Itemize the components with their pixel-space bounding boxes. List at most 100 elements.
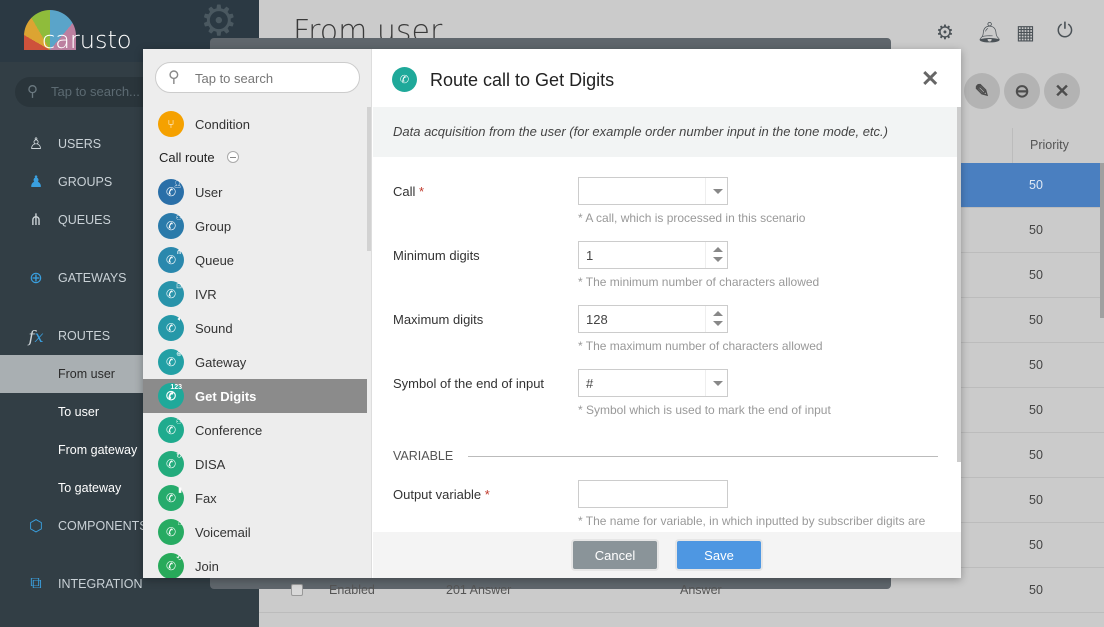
component-conference[interactable]: ✆ ⚇ Conference	[143, 413, 367, 447]
component-condition[interactable]: ⑂ Condition	[143, 107, 367, 141]
component-disa[interactable]: ✆ ↻ DISA	[143, 447, 367, 481]
list-scrollbar[interactable]	[367, 107, 371, 251]
component-fax[interactable]: ✆ ▮ Fax	[143, 481, 367, 515]
component-queue[interactable]: ✆ ⋔ Queue	[143, 243, 367, 277]
subitem-label: From gateway	[58, 443, 138, 457]
phone-icon: ✆ 👤︎	[158, 179, 184, 205]
output-variable-input[interactable]	[578, 480, 728, 508]
end-symbol-select[interactable]: #	[578, 369, 728, 397]
route-dialog: ⚲ Tap to search ⑂ Condition Call route ✆ 👤︎…	[143, 49, 961, 578]
call-route-group[interactable]: Call route	[159, 150, 239, 165]
component-label: Group	[195, 218, 232, 234]
call-label: Call *	[393, 184, 425, 199]
search-placeholder: Tap to search	[195, 71, 274, 86]
max-digits-label: Maximum digits	[393, 312, 484, 327]
component-label: User	[195, 184, 223, 200]
min-digits-label: Minimum digits	[393, 248, 480, 263]
component-ivr[interactable]: ✆ ⊡ IVR	[143, 277, 367, 311]
fx-icon: fx	[28, 326, 44, 346]
group-label: Call route	[159, 150, 215, 165]
get-digits-icon: ✆	[392, 67, 417, 92]
row-checkbox[interactable]	[291, 584, 303, 596]
priority-cell: 50	[1029, 223, 1043, 237]
phone-icon: ✆ ⟲	[158, 553, 184, 578]
end-symbol-label: Symbol of the end of input	[393, 376, 545, 391]
form-scrollbar[interactable]	[957, 107, 961, 462]
close-icon[interactable]: ✕	[921, 66, 939, 92]
component-label: Queue	[195, 252, 235, 268]
sidebar-item-label: GROUPS	[58, 175, 113, 189]
search-icon: ⚲	[27, 83, 38, 100]
bell-icon[interactable]: 🔔︎	[977, 20, 1002, 45]
min-digits-hint: * The minimum number of characters allow…	[578, 275, 820, 289]
max-digits-hint: * The maximum number of characters allow…	[578, 339, 823, 353]
condition-icon: ⑂	[158, 111, 184, 137]
edit-button[interactable]: ✎	[964, 73, 1000, 109]
search-placeholder: Tap to search...	[51, 84, 140, 99]
output-variable-label: Output variable *	[393, 487, 490, 502]
minus-circle-icon: ⊖	[1014, 80, 1030, 101]
priority-cell: 50	[1029, 493, 1043, 507]
dialog-title: Route call to Get Digits	[430, 70, 615, 90]
chevron-down-icon	[713, 189, 723, 194]
phone-icon: ✆ 123	[158, 383, 184, 409]
component-voicemail[interactable]: ✆ ⌂ Voicemail	[143, 515, 367, 549]
component-label: Condition	[195, 116, 250, 132]
call-hint: * A call, which is processed in this sce…	[578, 211, 806, 225]
decrement-icon[interactable]	[713, 321, 723, 326]
save-button[interactable]: Save	[677, 541, 761, 569]
pencil-icon: ✎	[974, 80, 990, 101]
disable-button[interactable]: ⊖	[1004, 73, 1040, 109]
chevron-down-icon	[713, 381, 723, 386]
call-select[interactable]	[578, 177, 728, 205]
apps-grid-icon[interactable]: ▦	[1016, 20, 1035, 45]
sidebar-item-label: ROUTES	[58, 329, 111, 343]
component-label: DISA	[195, 456, 226, 472]
phone-icon: ✆ ⌂	[158, 519, 184, 545]
phone-icon: ✆ ⚇	[158, 417, 184, 443]
sidebar-item-label: COMPONENTS	[58, 519, 148, 533]
component-search-input[interactable]: ⚲ Tap to search	[155, 62, 360, 93]
component-label: Join	[195, 558, 219, 574]
cancel-button[interactable]: Cancel	[573, 541, 657, 569]
component-sound[interactable]: ✆ 🔈︎ Sound	[143, 311, 367, 345]
column-header-priority[interactable]: Priority	[1012, 128, 1104, 163]
phone-icon: ✆ ⊕	[158, 349, 184, 375]
priority-cell: 50	[1029, 313, 1043, 327]
settings-icon[interactable]: ⚙	[936, 20, 954, 45]
phone-icon: ✆ ▮	[158, 485, 184, 511]
min-digits-stepper[interactable]: 1	[578, 241, 728, 269]
row-code: 201 Answer	[446, 583, 512, 597]
component-label: Gateway	[195, 354, 247, 370]
increment-icon[interactable]	[713, 247, 723, 252]
increment-icon[interactable]	[713, 311, 723, 316]
logo-text: carusto	[42, 26, 132, 54]
phone-icon: ✆ ⋔	[158, 247, 184, 273]
component-label: Sound	[195, 320, 233, 336]
row-action: Answer	[680, 583, 722, 597]
component-join[interactable]: ✆ ⟲ Join	[143, 549, 367, 578]
max-digits-stepper[interactable]: 128	[578, 305, 728, 333]
component-label: Conference	[195, 422, 263, 438]
component-gateway[interactable]: ✆ ⊕ Gateway	[143, 345, 367, 379]
sidebar-item-label: QUEUES	[58, 213, 111, 227]
delete-button[interactable]: ✕	[1044, 73, 1080, 109]
row-status: Enabled	[329, 583, 375, 597]
component-group[interactable]: ✆ ⚇ Group	[143, 209, 367, 243]
priority-cell: 50	[1029, 538, 1043, 552]
component-label: Voicemail	[195, 524, 251, 540]
component-get-digits[interactable]: ✆ 123 Get Digits	[143, 379, 367, 413]
phone-icon: ✆ ⊡	[158, 281, 184, 307]
form-pane: ✆ Route call to Get Digits ✕ Data acquis…	[373, 49, 961, 578]
sidebar-item-label: INTEGRATION	[58, 577, 143, 591]
phone-icon: ✆ ⚇	[158, 213, 184, 239]
power-icon[interactable]: ⏻	[1057, 20, 1073, 43]
user-icon: ♙	[28, 136, 44, 153]
priority-cell: 50	[1029, 268, 1043, 282]
dialog-footer: Cancel Save	[373, 532, 961, 578]
decrement-icon[interactable]	[713, 257, 723, 262]
component-user[interactable]: ✆ 👤︎ User	[143, 175, 367, 209]
collapse-icon[interactable]	[226, 151, 239, 163]
subitem-label: To user	[58, 405, 99, 419]
main-scrollbar[interactable]	[1100, 163, 1104, 318]
